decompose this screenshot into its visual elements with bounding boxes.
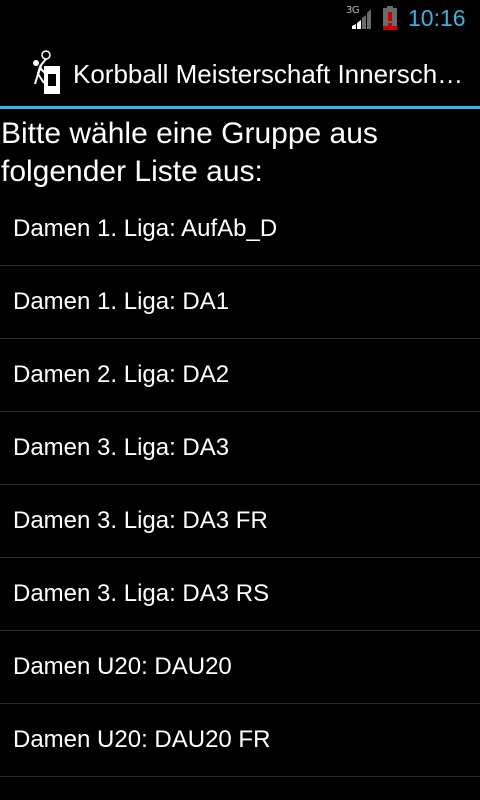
list-item-label: Damen 3. Liga: DA3 RS [13, 580, 270, 607]
list-item-label: Damen 1. Liga: DA1 [13, 288, 230, 315]
list-item[interactable]: Damen 3. Liga: DA3 RS [0, 558, 480, 631]
basketball-player-icon[interactable] [24, 50, 64, 96]
app-title: Korbball Meisterschaft Innerschweiz [73, 59, 468, 89]
list-item[interactable]: Damen 2. Liga: DA2 [0, 339, 480, 412]
list-item[interactable]: Damen 3. Liga: DA3 [0, 412, 480, 485]
list-item-label: Damen U20: DAU20 [13, 653, 232, 680]
list-item[interactable]: Damen U20: DAU20 FR [0, 704, 480, 777]
battery-icon [382, 6, 398, 30]
signal-bars-icon [352, 9, 371, 29]
list-item-label: Damen U20: DAU20 FR [13, 726, 271, 753]
status-bar: 3G 10:16 [0, 0, 480, 38]
action-bar: Korbball Meisterschaft Innerschweiz [0, 38, 480, 107]
list-item-label: Damen 3. Liga: DA3 [13, 434, 230, 461]
list-item-label: Damen 1. Liga: AufAb_D [13, 215, 278, 242]
action-bar-divider [0, 106, 480, 109]
group-list: Damen 1. Liga: AufAb_D Damen 1. Liga: DA… [0, 193, 480, 777]
signal-icon: 3G [344, 5, 374, 31]
page-prompt: Bitte wähle eine Gruppe aus folgender Li… [1, 117, 378, 188]
list-item[interactable]: Damen U20: DAU20 [0, 631, 480, 704]
list-item[interactable]: Damen 1. Liga: DA1 [0, 266, 480, 339]
list-item-label: Damen 3. Liga: DA3 FR [13, 507, 268, 534]
list-item-label: Damen 2. Liga: DA2 [13, 361, 230, 388]
clock: 10:16 [408, 5, 466, 31]
list-item[interactable]: Damen 1. Liga: AufAb_D [0, 193, 480, 266]
list-item[interactable]: Damen 3. Liga: DA3 FR [0, 485, 480, 558]
